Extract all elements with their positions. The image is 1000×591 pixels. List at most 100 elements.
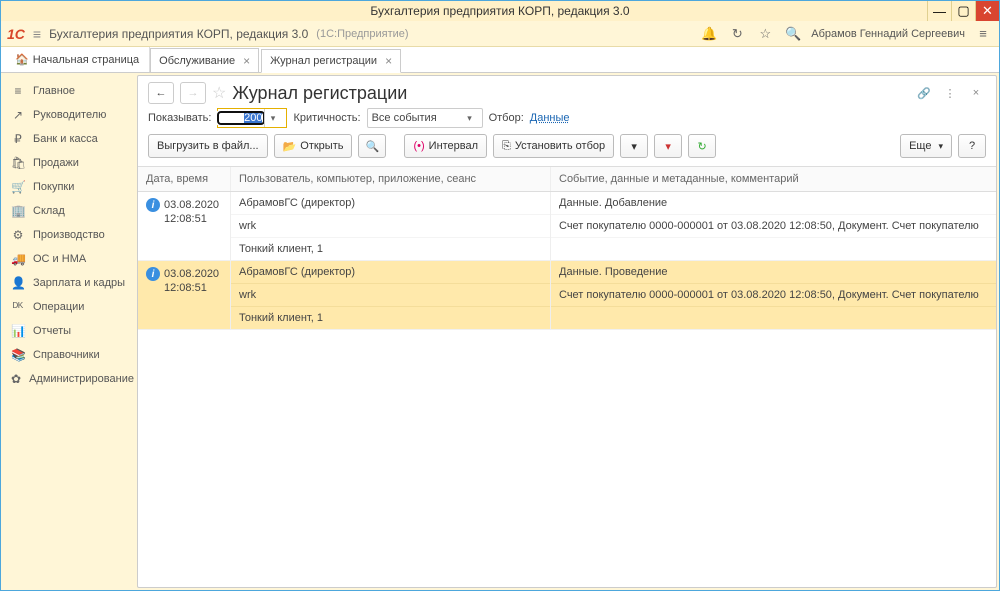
search-button[interactable]: 🔍 — [358, 134, 386, 158]
sidebar-icon: ≡ — [11, 84, 25, 98]
open-button[interactable]: 📂Открыть — [274, 134, 353, 158]
bell-icon[interactable]: 🔔 — [699, 26, 719, 42]
sidebar-icon: 🏢 — [11, 204, 25, 218]
funnel-icon: ▾ — [631, 140, 637, 153]
sidebar-item-3[interactable]: 🛍Продажи — [1, 151, 137, 175]
col-event[interactable]: Событие, данные и метаданные, комментари… — [550, 167, 996, 191]
help-button[interactable]: ? — [958, 134, 986, 158]
sidebar-item-6[interactable]: ⚙ Производство — [1, 223, 137, 247]
show-count-field[interactable] — [218, 112, 264, 124]
funnel-button[interactable]: ▾ — [620, 134, 648, 158]
interval-icon: (•) — [413, 140, 424, 152]
sidebar-label: Операции — [33, 301, 84, 313]
set-filter-button[interactable]: ⎘Установить отбор — [493, 134, 614, 158]
sidebar-label: Администрирование — [29, 373, 134, 385]
col-user[interactable]: Пользователь, компьютер, приложение, сеа… — [230, 167, 550, 191]
sidebar-icon: ↗ — [11, 108, 25, 122]
sidebar-label: Руководителю — [33, 109, 106, 121]
sidebar-item-1[interactable]: ↗ Руководителю — [1, 103, 137, 127]
sidebar-item-4[interactable]: 🛒Покупки — [1, 175, 137, 199]
page-title: Журнал регистрации — [232, 83, 407, 104]
search-icon[interactable]: 🔍 — [783, 26, 803, 42]
sidebar-label: Справочники — [33, 349, 100, 361]
interval-button[interactable]: (•)Интервал — [404, 134, 487, 158]
close-icon[interactable]: × — [385, 54, 392, 68]
link-icon[interactable]: 🔗 — [914, 83, 934, 103]
tab-event-log[interactable]: Журнал регистрации × — [261, 49, 401, 73]
sidebar-item-0[interactable]: ≡Главное — [1, 79, 137, 103]
main-panel: ← → ☆ Журнал регистрации 🔗 ⋮ × Показыват… — [137, 75, 997, 588]
app-topbar: 1C ≡ Бухгалтерия предприятия КОРП, редак… — [1, 21, 999, 47]
sidebar-icon: 🛒 — [11, 180, 25, 194]
sidebar-item-5[interactable]: 🏢 Склад — [1, 199, 137, 223]
close-panel-icon[interactable]: × — [966, 83, 986, 103]
sidebar-label: Продажи — [33, 157, 79, 169]
sidebar-item-8[interactable]: 👤Зарплата и кадры — [1, 271, 137, 295]
sidebar-label: Склад — [33, 205, 65, 217]
sidebar-item-7[interactable]: 🚚 ОС и НМА — [1, 247, 137, 271]
cell-user: АбрамовГС (директор)wrkТонкий клиент, 1 — [230, 192, 550, 260]
sidebar-item-10[interactable]: 📊Отчеты — [1, 319, 137, 343]
settings-icon[interactable]: ≡ — [973, 26, 993, 41]
funnel-clear-button[interactable]: ▾ — [654, 134, 682, 158]
cell-datetime: 03.08.202012:08:51 — [164, 267, 219, 323]
menu-icon[interactable]: ≡ — [33, 26, 41, 42]
forward-button[interactable]: → — [180, 82, 206, 104]
col-datetime[interactable]: Дата, время — [138, 167, 230, 191]
magnifier-icon: 🔍 — [366, 140, 380, 153]
sidebar-item-11[interactable]: 📚 Справочники — [1, 343, 137, 367]
sidebar-label: Производство — [33, 229, 105, 241]
close-icon[interactable]: × — [243, 54, 250, 68]
close-button[interactable]: ✕ — [975, 1, 999, 21]
user-name[interactable]: Абрамов Геннадий Сергеевич — [811, 28, 965, 40]
sidebar-item-2[interactable]: ₽Банк и касса — [1, 127, 137, 151]
sidebar-label: Банк и касса — [33, 133, 98, 145]
cell-event: Данные. ПроведениеСчет покупателю 0000-0… — [550, 261, 996, 329]
window-titlebar: Бухгалтерия предприятия КОРП, редакция 3… — [1, 1, 999, 21]
maximize-button[interactable]: ▢ — [951, 1, 975, 21]
sidebar-icon: 📚 — [11, 348, 25, 362]
sidebar-label: Зарплата и кадры — [33, 277, 125, 289]
sidebar-icon: 🚚 — [11, 252, 25, 266]
minimize-button[interactable]: — — [927, 1, 951, 21]
more-button[interactable]: Еще▾ — [900, 134, 952, 158]
app-subtitle: (1С:Предприятие) — [316, 28, 408, 40]
action-buttons-row: Выгрузить в файл... 📂Открыть 🔍 (•)Интерв… — [138, 134, 996, 166]
sidebar-icon: 📊 — [11, 324, 25, 338]
star-icon[interactable]: ☆ — [755, 26, 775, 42]
cell-event: Данные. ДобавлениеСчет покупателю 0000-0… — [550, 192, 996, 260]
sidebar-label: ОС и НМА — [33, 253, 86, 265]
dropdown-icon[interactable]: ▾ — [264, 109, 280, 127]
filter-icon: ⎘ — [502, 140, 511, 153]
refresh-button[interactable]: ↻ — [688, 134, 716, 158]
dropdown-icon[interactable]: ▾ — [462, 109, 478, 127]
info-icon: i — [146, 198, 160, 212]
more-icon[interactable]: ⋮ — [940, 83, 960, 103]
funnel-x-icon: ▾ — [665, 140, 671, 153]
export-button[interactable]: Выгрузить в файл... — [148, 134, 268, 158]
tab-home[interactable]: 🏠 Начальная страница — [5, 47, 150, 72]
back-button[interactable]: ← — [148, 82, 174, 104]
filter-link[interactable]: Данные — [530, 112, 570, 124]
favorite-icon[interactable]: ☆ — [212, 83, 226, 103]
show-count-input[interactable]: ▾ — [217, 108, 287, 128]
crit-label: Критичность: — [293, 112, 360, 124]
cell-datetime: 03.08.202012:08:51 — [164, 198, 219, 254]
tab-bar: 🏠 Начальная страница Обслуживание × Журн… — [1, 47, 999, 73]
otbor-label: Отбор: — [489, 112, 524, 124]
sidebar-icon: ✿ — [11, 372, 21, 386]
criticality-select[interactable]: Все события ▾ — [367, 108, 483, 128]
sidebar-item-9[interactable]: ᴰᴷОперации — [1, 295, 137, 319]
filter-row: Показывать: ▾ Критичность: Все события ▾… — [138, 106, 996, 134]
info-icon: i — [146, 267, 160, 281]
home-icon: 🏠 — [15, 53, 29, 66]
history-icon[interactable]: ↻ — [727, 26, 747, 42]
log-table: Дата, время Пользователь, компьютер, при… — [138, 166, 996, 587]
tab-maintenance[interactable]: Обслуживание × — [150, 48, 259, 72]
sidebar-item-12[interactable]: ✿ Администрирование — [1, 367, 137, 391]
table-row[interactable]: i 03.08.202012:08:51АбрамовГС (директор)w… — [138, 192, 996, 261]
folder-icon: 📂 — [283, 140, 297, 153]
sidebar-icon: ⚙ — [11, 228, 25, 242]
sidebar: ≡Главное ↗ Руководителю ₽Банк и касса🛍Прода… — [1, 73, 137, 590]
table-row[interactable]: i03.08.202012:08:51АбрамовГС (директор)w… — [138, 261, 996, 330]
